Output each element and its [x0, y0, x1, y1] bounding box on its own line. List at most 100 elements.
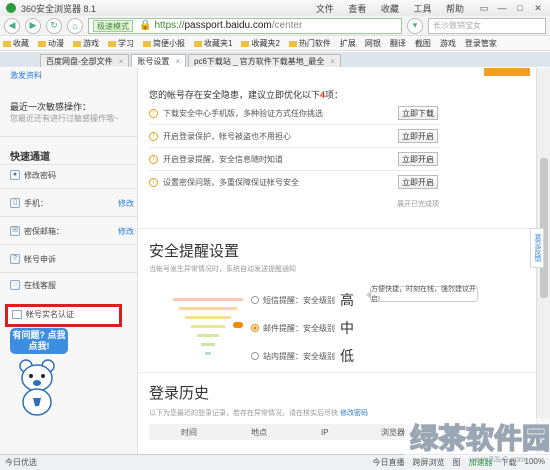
phone-icon: ▯	[10, 198, 20, 208]
section-divider	[139, 372, 536, 373]
bookmark-item[interactable]: 登录管家	[465, 38, 497, 49]
bookmark-item[interactable]: 游戏	[440, 38, 456, 49]
maximize-icon[interactable]: □	[514, 3, 526, 14]
search-input[interactable]: 长沙致销宝女	[428, 17, 546, 34]
sidebar-item-label: 帐号申诉	[24, 254, 56, 264]
warning-icon: !	[149, 131, 158, 141]
back-icon[interactable]: ◀	[4, 17, 20, 34]
tooltip: 方便快捷，时刻在线，强烈建议开启!	[366, 286, 478, 303]
bookmark-item[interactable]: 扩展	[340, 38, 356, 49]
bookmark-item[interactable]: 游戏	[73, 38, 99, 49]
url-domain: passport.baidu.com	[184, 20, 272, 31]
bookmarks-bar: 收藏 动漫 游戏 学习 简便小报 收藏夹1 收藏夹2 热门软件 扩展 网银 翻译…	[0, 37, 550, 51]
level-slider-handle[interactable]	[233, 322, 243, 328]
security-item: ! 设置密保问题，多重保障保证帐号安全	[149, 175, 439, 189]
bookmark-item[interactable]: 简便小报	[143, 38, 185, 49]
edit-phone-link[interactable]: 修改	[118, 198, 134, 209]
search-placeholder: 长沙致销宝女	[433, 21, 481, 30]
col-location: 地点	[251, 427, 267, 437]
sidebar-item-label: 在线客服	[24, 280, 56, 290]
browser-mode-toggle[interactable]: 极速模式	[93, 19, 133, 32]
radio-site[interactable]	[251, 352, 259, 360]
security-item: ! 下载安全中心手机版，多种验证方式任你挑选	[149, 106, 439, 120]
url-input[interactable]: 极速模式 🔒 https:// passport.baidu.com /cent…	[88, 17, 402, 34]
download-now-button[interactable]: 立即下载	[398, 106, 438, 120]
enable-login-alert-button[interactable]: 立即开启	[398, 152, 438, 166]
tab-pc6[interactable]: pc6下载站 _ 官方软件下载基地_最全 ×	[188, 54, 341, 67]
edit-email-link[interactable]: 修改	[118, 226, 134, 237]
divider	[149, 147, 439, 148]
level-option-medium[interactable]: 邮件提醒：安全级别 中	[251, 318, 354, 338]
sidebar-item-label: 帐号实名认证	[26, 310, 74, 319]
dropdown-icon[interactable]: ▾	[407, 17, 423, 34]
bookmark-item[interactable]: 热门软件	[289, 38, 331, 49]
home-icon[interactable]: ⌂	[67, 17, 83, 34]
live-button[interactable]: 今日直播	[373, 457, 405, 468]
today-picks[interactable]: 今日优选	[5, 457, 37, 468]
menu-file[interactable]: 文件	[316, 4, 334, 14]
sidebar-item-phone[interactable]: ▯ 手机： 修改	[10, 196, 134, 210]
top-action-button[interactable]	[484, 68, 530, 76]
close-tab-icon[interactable]: ×	[175, 57, 180, 66]
enable-security-question-button[interactable]: 立即开启	[398, 175, 438, 189]
tab-bar: 百度网盘-全部文件 × 账号设置 × pc6下载站 _ 官方软件下载基地_最全 …	[0, 52, 550, 67]
minimize-icon[interactable]: —	[496, 3, 508, 14]
bookmark-item[interactable]: 网银	[365, 38, 381, 49]
divider	[0, 272, 138, 273]
col-ip: IP	[321, 427, 329, 437]
refresh-icon[interactable]: ↻	[46, 17, 62, 34]
sidebar-item-email[interactable]: ✉ 密保邮箱： 修改	[10, 224, 134, 238]
menu-favorites[interactable]: 收藏	[381, 4, 399, 14]
id-card-icon	[12, 310, 22, 319]
level-option-high[interactable]: 短信提醒：安全级别 高	[251, 290, 354, 310]
tab-account-settings[interactable]: 账号设置 ×	[131, 54, 187, 67]
tab-label: 账号设置	[137, 56, 170, 66]
radio-email[interactable]	[251, 324, 259, 332]
quick-access-title: 快速通道	[10, 152, 50, 163]
menu-help[interactable]: 帮助	[446, 4, 464, 14]
bookmark-item[interactable]: 收藏	[3, 38, 29, 49]
lock-icon: ●	[10, 170, 20, 180]
sidebar-item-change-password[interactable]: ● 修改密码	[10, 168, 134, 182]
close-tab-icon[interactable]: ×	[330, 57, 335, 66]
url-path: /center	[271, 20, 303, 31]
sidebar-item-appeal[interactable]: ? 帐号申诉	[10, 252, 134, 266]
sidebar-item-label: 修改密码	[24, 170, 56, 180]
sidebar-item-real-name-highlighted[interactable]: 帐号实名认证	[5, 304, 122, 327]
bookmark-item[interactable]: 收藏夹2	[241, 38, 279, 49]
divider	[0, 216, 138, 217]
main-content: 您的帐号存在安全隐患，建议立即优化以下4项： ! 下载安全中心手机版，多种验证方…	[139, 68, 536, 454]
tab-baidu-pan[interactable]: 百度网盘-全部文件 ×	[40, 54, 130, 67]
reminder-title: 安全提醒设置	[149, 243, 240, 260]
help-bubble[interactable]: 有问题? 点我点我!	[10, 328, 68, 354]
bookmark-item[interactable]: 动漫	[38, 38, 64, 49]
show-completed-link[interactable]: 展开已完成项	[397, 199, 439, 209]
sidebar-item-online-service[interactable]: ◌ 在线客服	[10, 278, 134, 292]
divider	[0, 164, 138, 165]
level-option-low[interactable]: 站内提醒：安全级别 低	[251, 346, 354, 366]
bookmark-item[interactable]: 翻译	[390, 38, 406, 49]
radio-sms[interactable]	[251, 296, 259, 304]
close-tab-icon[interactable]: ×	[119, 57, 124, 66]
tab-label: 百度网盘-全部文件	[46, 56, 113, 66]
section-divider	[139, 228, 536, 229]
change-password-link[interactable]: 修改密码	[340, 410, 368, 417]
divider	[149, 124, 439, 125]
mail-icon: ✉	[10, 226, 20, 236]
menu-view[interactable]: 查看	[348, 4, 366, 14]
bookmark-item[interactable]: 截图	[415, 38, 431, 49]
bookmark-item[interactable]: 收藏夹1	[194, 38, 232, 49]
forward-icon[interactable]: ▶	[25, 17, 41, 34]
history-table-header: 时间 地点 IP 浏览器	[149, 424, 439, 440]
divider	[0, 136, 138, 137]
divider	[149, 170, 439, 171]
restore-icon[interactable]: ▭	[478, 3, 490, 14]
last-op-value: 您最近还有进行过敏感操作哦~	[10, 114, 119, 123]
close-icon[interactable]: ✕	[532, 3, 544, 14]
profile-link[interactable]: 激发资料	[10, 70, 42, 81]
feedback-tab[interactable]: 意见反馈	[530, 228, 544, 268]
enable-login-protection-button[interactable]: 立即开启	[398, 129, 438, 143]
menu-tools[interactable]: 工具	[413, 4, 431, 14]
bear-mascot-icon[interactable]	[14, 358, 60, 416]
bookmark-item[interactable]: 学习	[108, 38, 134, 49]
